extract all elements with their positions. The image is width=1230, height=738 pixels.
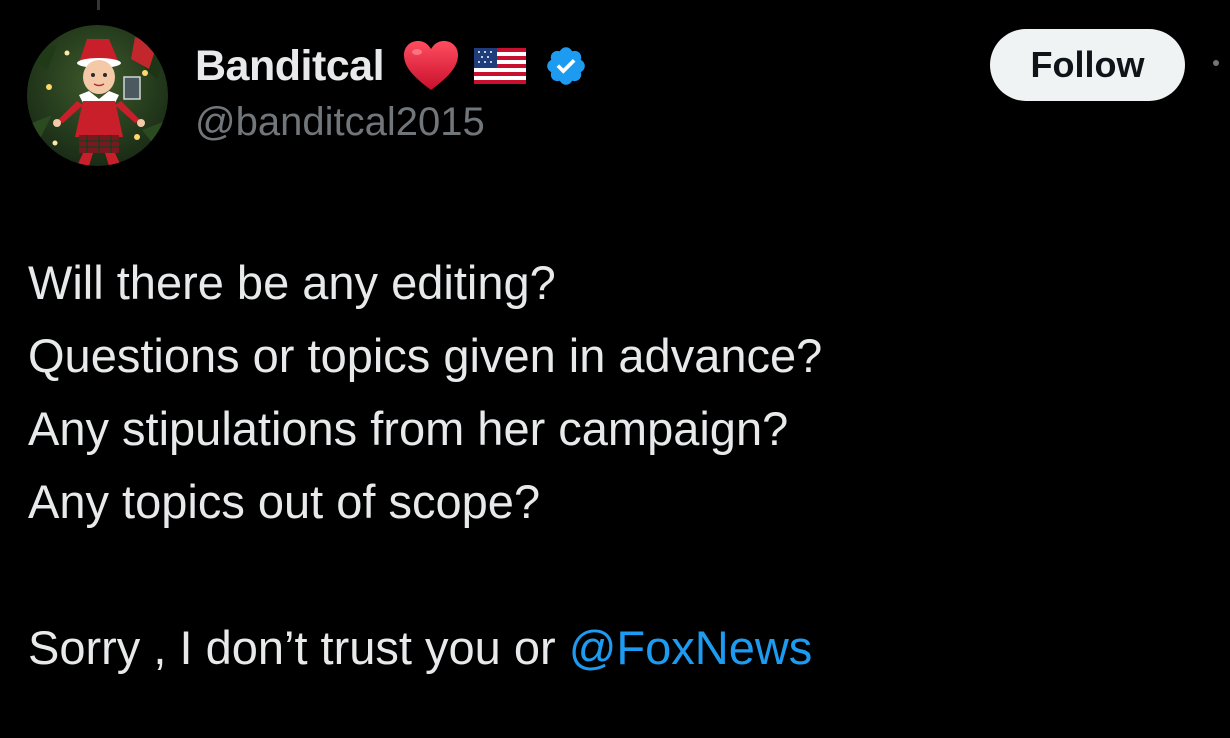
tweet-closing-text: Sorry , I don’t trust you or (28, 621, 569, 674)
us-flag-icon (474, 48, 527, 84)
author-handle[interactable]: @banditcal2015 (195, 100, 485, 145)
author-display-name[interactable]: Banditcal (195, 42, 385, 91)
author-name-row: Banditcal (195, 36, 588, 96)
tweet-line: Any topics out of scope? (28, 475, 541, 528)
tweet-text: Will there be any editing? Questions or … (28, 246, 1208, 684)
tweet-line: Any stipulations from her campaign? (28, 402, 789, 455)
avatar[interactable] (27, 25, 168, 166)
follow-button[interactable]: Follow (990, 29, 1185, 101)
tweet-line: Will there be any editing? (28, 256, 556, 309)
mention-link[interactable]: @FoxNews (569, 621, 813, 674)
verified-icon[interactable] (544, 44, 588, 88)
tweet-line: Questions or topics given in advance? (28, 329, 823, 382)
more-options-icon[interactable] (1213, 60, 1219, 66)
thread-connector-line (97, 0, 100, 10)
heart-icon (402, 40, 460, 92)
tweet-paragraph-gap (28, 538, 1208, 611)
tweet-closing-line: Sorry , I don’t trust you or @FoxNews (28, 611, 1208, 684)
elf-avatar-image (27, 25, 168, 166)
